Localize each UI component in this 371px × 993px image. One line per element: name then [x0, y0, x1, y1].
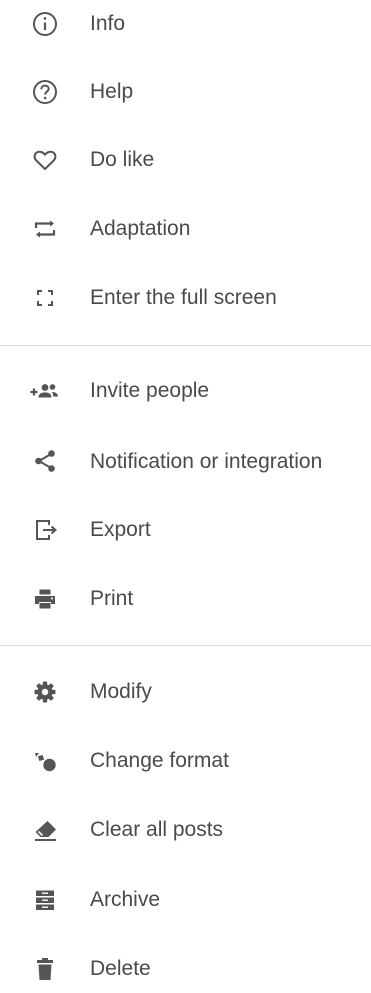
menu-item-label: Export: [90, 518, 151, 541]
menu-item-label: Clear all posts: [90, 818, 224, 841]
trash-icon: [29, 953, 61, 985]
invite-people-icon: [29, 375, 61, 407]
menu-item-delete[interactable]: Delete: [0, 945, 371, 993]
menu-item-label: Do like: [90, 148, 155, 171]
options-menu: Info Help Do like Adaptation Enter the f…: [0, 0, 371, 985]
share-icon: [29, 445, 61, 477]
menu-item-export[interactable]: Export: [0, 506, 371, 554]
menu-divider: [0, 645, 371, 646]
help-icon: [29, 76, 61, 108]
menu-item-label: Invite people: [90, 379, 210, 402]
info-icon: [29, 8, 61, 40]
menu-item-clear-all-posts[interactable]: Clear all posts: [0, 806, 371, 854]
menu-item-label: Modify: [90, 680, 152, 703]
menu-item-label: Delete: [90, 957, 151, 980]
gear-icon: [29, 676, 61, 708]
menu-item-label: Archive: [90, 888, 161, 911]
menu-item-label: Print: [90, 587, 134, 610]
menu-item-change-format[interactable]: Change format: [0, 737, 371, 785]
menu-item-fullscreen[interactable]: Enter the full screen: [0, 274, 371, 322]
menu-divider: [0, 345, 371, 346]
menu-item-label: Info: [90, 12, 126, 35]
menu-item-adaptation[interactable]: Adaptation: [0, 205, 371, 253]
adaptation-icon: [29, 213, 61, 245]
change-format-icon: [29, 745, 61, 777]
eraser-icon: [29, 814, 61, 846]
menu-item-info[interactable]: Info: [0, 0, 371, 48]
menu-item-help[interactable]: Help: [0, 68, 371, 116]
menu-item-notification-integration[interactable]: Notification or integration: [0, 423, 371, 499]
menu-item-invite-people[interactable]: Invite people: [0, 367, 371, 415]
menu-item-label: Notification or integration: [90, 449, 323, 473]
export-icon: [29, 514, 61, 546]
fullscreen-icon: [29, 282, 61, 314]
menu-item-label: Help: [90, 80, 134, 103]
print-icon: [29, 583, 61, 615]
menu-item-label: Change format: [90, 749, 229, 772]
heart-icon: [29, 144, 61, 176]
menu-item-label: Adaptation: [90, 217, 191, 240]
menu-item-archive[interactable]: Archive: [0, 876, 371, 924]
menu-item-label: Enter the full screen: [90, 286, 277, 309]
archive-icon: [29, 884, 61, 916]
menu-item-print[interactable]: Print: [0, 575, 371, 623]
menu-item-do-like[interactable]: Do like: [0, 136, 371, 184]
menu-item-modify[interactable]: Modify: [0, 668, 371, 716]
